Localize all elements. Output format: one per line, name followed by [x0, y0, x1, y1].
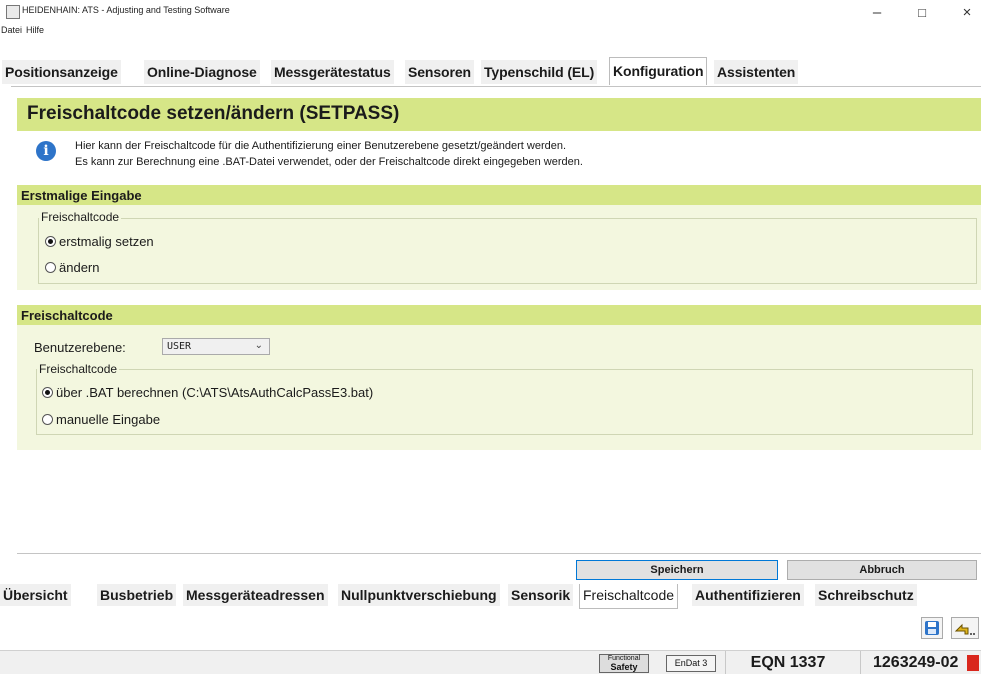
- tab-online-diagnose[interactable]: Online-Diagnose: [144, 60, 260, 84]
- info-box: i Hier kann der Freischaltcode für die A…: [17, 131, 981, 175]
- menu-datei[interactable]: Datei: [1, 25, 22, 35]
- info-icon: i: [36, 141, 56, 161]
- label-bat-berechnen[interactable]: über .BAT berechnen (C:\ATS\AtsAuthCalcP…: [56, 385, 373, 400]
- maximize-button[interactable]: □: [902, 2, 942, 24]
- device-type: EQN 1337: [725, 651, 850, 674]
- radio-bat-berechnen[interactable]: [42, 387, 53, 398]
- minimize-button[interactable]: –: [857, 2, 897, 24]
- tab-messgeraeteadressen[interactable]: Messgeräteadressen: [183, 584, 328, 606]
- functional-safety-badge: Functional Safety: [599, 654, 649, 673]
- window-title: HEIDENHAIN: ATS - Adjusting and Testing …: [22, 5, 230, 15]
- label-erstmalig-setzen[interactable]: erstmalig setzen: [59, 234, 154, 249]
- menu-bar: Datei Hilfe: [0, 24, 981, 38]
- serial-number: 1263249-02: [860, 651, 977, 674]
- section-freischaltcode-title: Freischaltcode: [21, 308, 113, 323]
- tab-positionsanzeige[interactable]: Positionsanzeige: [2, 60, 121, 84]
- badge-line-2: Safety: [610, 662, 638, 672]
- benutzerebene-value: USER: [167, 341, 192, 352]
- tab-assistenten[interactable]: Assistenten: [714, 60, 799, 84]
- chevron-down-icon: ⌄: [254, 340, 263, 351]
- label-manuelle-eingabe[interactable]: manuelle Eingabe: [56, 412, 160, 427]
- status-indicator-icon: [967, 655, 979, 671]
- tab-freischaltcode[interactable]: Freischaltcode: [579, 584, 679, 609]
- label-aendern[interactable]: ändern: [59, 260, 99, 275]
- benutzerebene-select[interactable]: USER ⌄: [162, 338, 270, 355]
- menu-hilfe[interactable]: Hilfe: [26, 25, 44, 35]
- group-label-1: Freischaltcode: [39, 210, 122, 224]
- tab-schreibschutz[interactable]: Schreibschutz: [815, 584, 917, 606]
- freischaltcode-group-2: [36, 369, 973, 435]
- tab-konfiguration[interactable]: Konfiguration: [609, 57, 708, 85]
- tab-authentifizieren[interactable]: Authentifizieren: [692, 584, 804, 606]
- radio-manuelle-eingabe[interactable]: [42, 414, 53, 425]
- return-arrow-icon[interactable]: [951, 617, 979, 639]
- divider: [17, 553, 981, 554]
- section-erstmalige-eingabe-body: Freischaltcode erstmalig setzen ändern: [17, 205, 981, 290]
- tab-uebersicht[interactable]: Übersicht: [0, 584, 71, 606]
- close-button[interactable]: ×: [947, 2, 981, 24]
- section-erstmalige-eingabe-title: Erstmalige Eingabe: [21, 188, 142, 203]
- benutzerebene-label: Benutzerebene:: [34, 340, 126, 355]
- info-line-1: Hier kann der Freischaltcode für die Aut…: [75, 140, 567, 152]
- endat-badge: EnDat 3: [666, 655, 716, 672]
- top-tab-bar: Positionsanzeige Online-Diagnose Messger…: [0, 57, 981, 85]
- cancel-button[interactable]: Abbruch: [787, 560, 977, 580]
- tab-typenschild[interactable]: Typenschild (EL): [481, 60, 598, 84]
- tab-busbetrieb[interactable]: Busbetrieb: [97, 584, 177, 606]
- save-button[interactable]: Speichern: [576, 560, 778, 580]
- save-disk-icon[interactable]: [921, 617, 943, 639]
- info-line-2: Es kann zur Berechnung eine .BAT-Datei v…: [75, 156, 583, 168]
- group-label-2: Freischaltcode: [37, 362, 120, 376]
- tab-messgeraetestatus[interactable]: Messgerätestatus: [271, 60, 394, 84]
- section-freischaltcode-header: Freischaltcode: [17, 305, 981, 325]
- tab-nullpunktverschiebung[interactable]: Nullpunktverschiebung: [338, 584, 500, 606]
- tab-sensoren[interactable]: Sensoren: [405, 60, 474, 84]
- page-title: Freischaltcode setzen/ändern (SETPASS): [27, 103, 400, 124]
- radio-aendern[interactable]: [45, 262, 56, 273]
- section-erstmalige-eingabe-header: Erstmalige Eingabe: [17, 185, 981, 205]
- radio-erstmalig-setzen[interactable]: [45, 236, 56, 247]
- tab-sensorik[interactable]: Sensorik: [508, 584, 574, 606]
- app-icon: [6, 5, 20, 19]
- freischaltcode-group-1: [38, 218, 977, 284]
- status-bar: Functional Safety EnDat 3 EQN 1337 12632…: [0, 650, 981, 674]
- bottom-tab-bar: Übersicht Busbetrieb Messgeräteadressen …: [0, 584, 981, 609]
- page-heading-bar: Freischaltcode setzen/ändern (SETPASS): [17, 98, 981, 131]
- title-bar: HEIDENHAIN: ATS - Adjusting and Testing …: [0, 0, 981, 24]
